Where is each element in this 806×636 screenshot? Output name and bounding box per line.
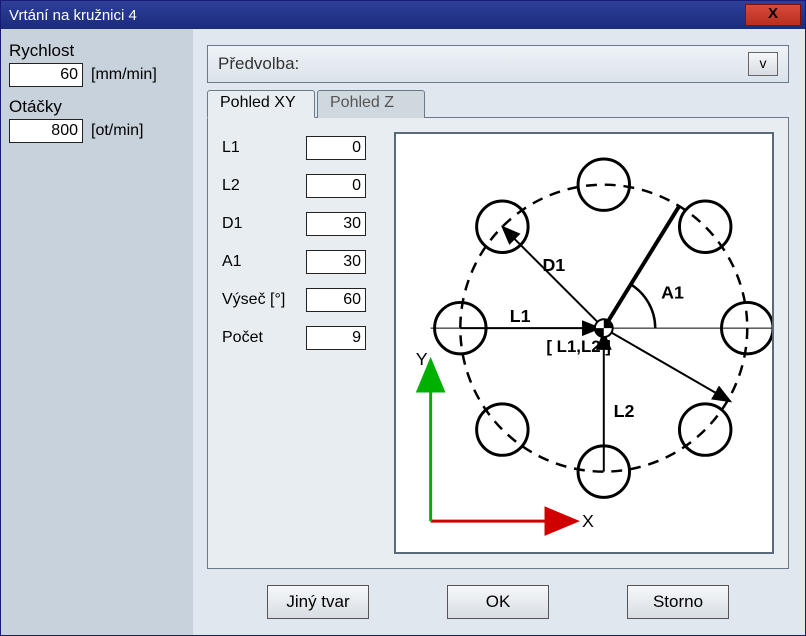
rpm-label: Otáčky — [9, 97, 185, 117]
speed-unit: [mm/min] — [91, 66, 157, 84]
window-title: Vrtání na kružnici 4 — [9, 7, 137, 24]
l2-label: L2 — [614, 401, 635, 421]
titlebar: Vrtání na kružnici 4 X — [1, 1, 805, 29]
tab-z[interactable]: Pohled Z — [317, 90, 425, 118]
rpm-input[interactable] — [9, 119, 83, 143]
param-l2-input[interactable] — [306, 174, 366, 198]
right-panel: Předvolba: v Pohled XY Pohled Z L1 — [193, 29, 805, 635]
param-pocet-input[interactable] — [306, 326, 366, 350]
left-panel: Rychlost [mm/min] Otáčky [ot/min] — [1, 29, 193, 635]
param-a1-label: A1 — [222, 253, 306, 271]
param-l1-input[interactable] — [306, 136, 366, 160]
close-button[interactable]: X — [745, 4, 801, 26]
preset-bar: Předvolba: v — [207, 45, 789, 83]
other-shape-button[interactable]: Jiný tvar — [267, 585, 369, 619]
tab-container: Pohled XY Pohled Z L1 L2 — [207, 89, 789, 569]
tab-page-xy: L1 L2 D1 A1 — [207, 117, 789, 569]
ok-button[interactable]: OK — [447, 585, 549, 619]
center-label: [ L1,L2 ] — [546, 337, 610, 356]
axis-x-label: X — [582, 511, 594, 531]
a1-label: A1 — [661, 282, 684, 302]
d1-label: D1 — [542, 255, 565, 275]
axis-y-label: Y — [416, 349, 428, 369]
param-d1-input[interactable] — [306, 212, 366, 236]
diagram-svg: X Y — [396, 134, 772, 552]
diagram: X Y — [394, 132, 774, 554]
param-a1-input[interactable] — [306, 250, 366, 274]
preset-dropdown-button[interactable]: v — [748, 52, 778, 76]
param-vysec-input[interactable] — [306, 288, 366, 312]
param-l2-label: L2 — [222, 177, 306, 195]
tab-xy[interactable]: Pohled XY — [207, 90, 315, 118]
param-l1-label: L1 — [222, 139, 306, 157]
param-vysec-label: Výseč [°] — [222, 291, 306, 309]
preset-label: Předvolba: — [218, 54, 299, 74]
params-column: L1 L2 D1 A1 — [222, 132, 382, 554]
dialog-window: Vrtání na kružnici 4 X Rychlost [mm/min]… — [0, 0, 806, 636]
param-pocet-label: Počet — [222, 329, 306, 347]
param-d1-label: D1 — [222, 215, 306, 233]
speed-input[interactable] — [9, 63, 83, 87]
tab-strip: Pohled XY Pohled Z — [207, 89, 789, 117]
cancel-button[interactable]: Storno — [627, 585, 729, 619]
rpm-unit: [ot/min] — [91, 122, 143, 140]
button-row: Jiný tvar OK Storno — [207, 585, 789, 625]
speed-label: Rychlost — [9, 41, 185, 61]
l1-label: L1 — [510, 306, 531, 326]
